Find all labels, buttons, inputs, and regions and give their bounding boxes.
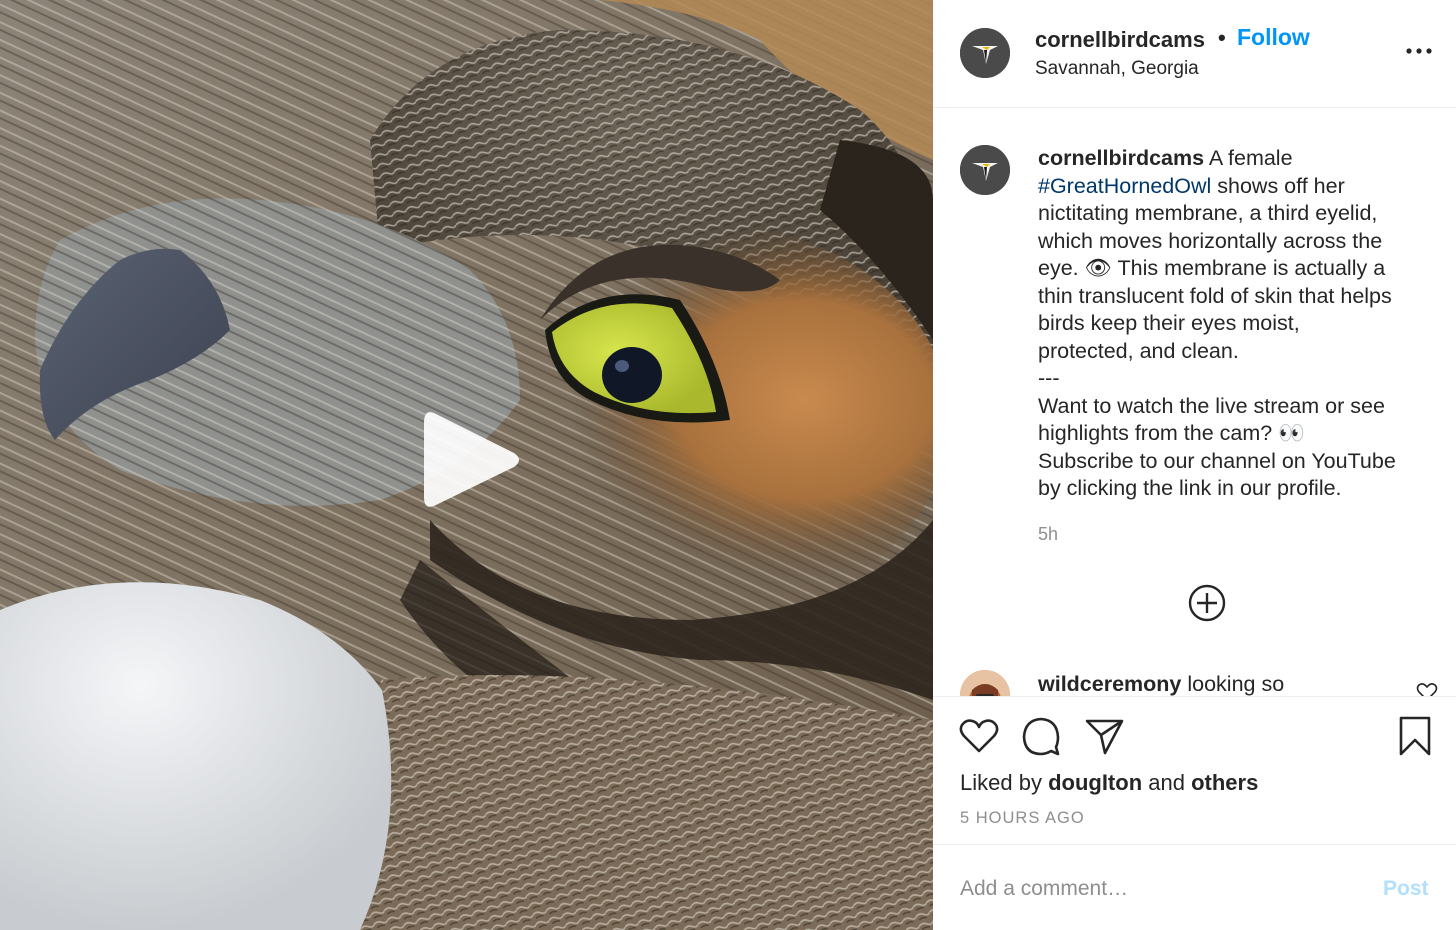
commenter-photo [960, 670, 1010, 696]
heart-icon [959, 719, 999, 753]
caption-avatar[interactable] [960, 145, 1010, 195]
post-header: cornellbirdcams • Follow Savannah, Georg… [933, 0, 1456, 108]
load-more-comments-button[interactable] [1187, 583, 1227, 623]
likes-summary: Liked by dougIton and others [960, 770, 1258, 796]
post-caption: cornellbirdcams A female #GreatHornedOwl… [1038, 145, 1448, 503]
follow-button[interactable]: Follow [1237, 24, 1310, 51]
bird-logo-icon [960, 28, 1010, 78]
paper-plane-icon [1085, 719, 1124, 755]
profile-avatar[interactable] [960, 28, 1010, 78]
comment-text: looking so [1181, 672, 1285, 696]
bird-logo-icon [960, 145, 1010, 195]
more-options-icon [1406, 48, 1432, 54]
caption-username[interactable]: cornellbirdcams [1038, 146, 1204, 170]
comment-bubble-icon [1022, 717, 1060, 756]
save-button[interactable] [1394, 715, 1436, 757]
header-separator: • [1218, 25, 1226, 50]
header-username[interactable]: cornellbirdcams [1035, 27, 1205, 53]
more-options-button[interactable] [1403, 36, 1435, 66]
post-timestamp[interactable]: 5 HOURS AGO [960, 809, 1085, 828]
plus-circle-icon [1188, 584, 1226, 622]
likes-connector: and [1142, 770, 1192, 795]
caption-timestamp[interactable]: 5h [1038, 524, 1058, 545]
comment-input[interactable] [960, 873, 1360, 905]
heart-icon [1416, 683, 1438, 696]
play-button[interactable] [420, 405, 524, 515]
commenter-avatar[interactable] [960, 670, 1010, 696]
caption-hashtag[interactable]: #GreatHornedOwl [1038, 174, 1211, 198]
likes-others[interactable]: others [1191, 770, 1258, 795]
post-actions: Liked by dougIton and others 5 HOURS AGO [933, 696, 1456, 844]
comments-section[interactable]: cornellbirdcams A female #GreatHornedOwl… [933, 108, 1456, 696]
add-comment-bar: Post [933, 844, 1456, 930]
play-icon [424, 412, 519, 507]
likes-prefix: Liked by [960, 770, 1049, 795]
post-media[interactable] [0, 0, 933, 930]
bookmark-icon [1399, 716, 1431, 756]
like-button[interactable] [958, 715, 1000, 757]
caption-text-rest: shows off her nictitating membrane, a th… [1038, 173, 1396, 501]
comment-item: wildceremony looking so [1038, 672, 1284, 696]
liked-by-user[interactable]: dougIton [1048, 770, 1142, 795]
header-location[interactable]: Savannah, Georgia [1035, 58, 1199, 80]
post-side-panel: cornellbirdcams • Follow Savannah, Georg… [933, 0, 1456, 930]
comment-username[interactable]: wildceremony [1038, 672, 1181, 696]
comment-button[interactable] [1020, 715, 1062, 757]
caption-text-start: A female [1208, 146, 1293, 170]
post-comment-button[interactable]: Post [1383, 877, 1429, 901]
comment-like-button[interactable] [1416, 682, 1438, 696]
share-button[interactable] [1083, 715, 1125, 757]
